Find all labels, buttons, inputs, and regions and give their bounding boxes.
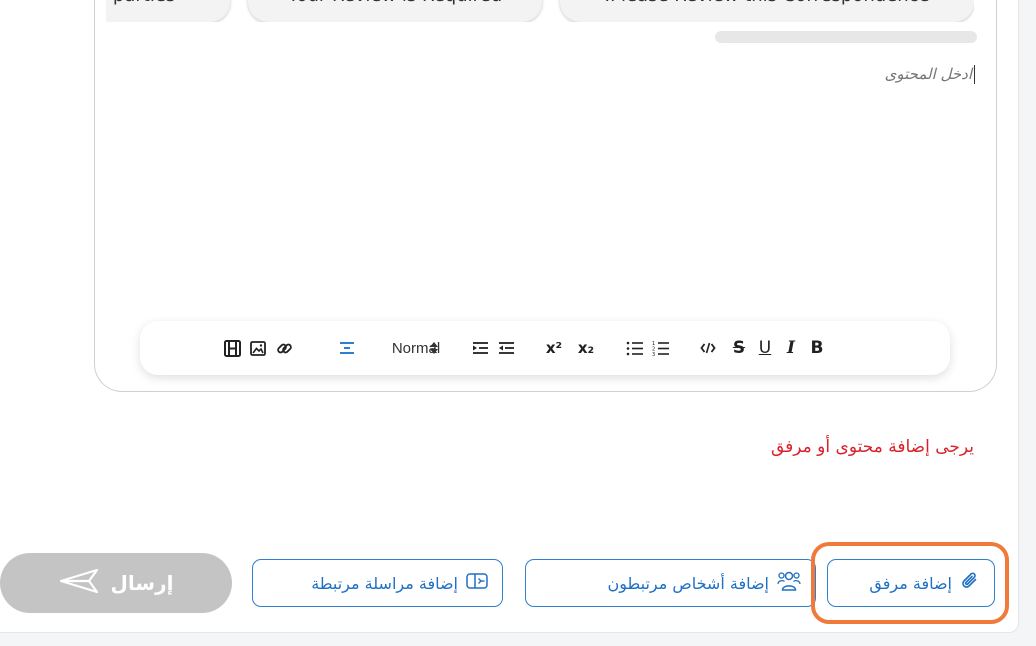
text-caret bbox=[974, 65, 975, 84]
numbered-list-icon[interactable]: 123 bbox=[650, 338, 672, 358]
code-icon[interactable] bbox=[698, 338, 718, 358]
add-attachment-label: إضافة مرفق bbox=[869, 573, 952, 593]
superscript-icon[interactable]: x² bbox=[540, 338, 568, 358]
editor-toolbar: Normal x² x₂ 123 S U I B bbox=[140, 321, 950, 375]
align-icon[interactable] bbox=[336, 338, 358, 358]
image-icon[interactable] bbox=[248, 338, 268, 358]
send-button[interactable]: إرسال bbox=[0, 553, 232, 613]
send-label: إرسال bbox=[110, 571, 174, 595]
text-size-dropdown[interactable]: Normal bbox=[376, 338, 454, 358]
editor-placeholder: ادخل المحتوى bbox=[884, 65, 972, 83]
svg-text:3: 3 bbox=[652, 352, 655, 356]
link-icon[interactable] bbox=[274, 338, 294, 358]
send-icon bbox=[59, 567, 99, 600]
people-icon bbox=[777, 570, 801, 596]
outdent-icon[interactable] bbox=[496, 338, 516, 358]
italic-icon[interactable]: I bbox=[780, 338, 802, 358]
bullet-list-icon[interactable] bbox=[624, 338, 646, 358]
validation-message: يرجى إضافة محتوى أو مرفق bbox=[770, 437, 974, 457]
linked-mail-icon bbox=[466, 572, 488, 594]
indent-icon[interactable] bbox=[470, 338, 490, 358]
add-correspondence-button[interactable]: إضافة مراسلة مرتبطة bbox=[252, 559, 503, 607]
bold-icon[interactable]: B bbox=[806, 338, 828, 358]
add-attachment-button[interactable]: إضافة مرفق bbox=[827, 559, 995, 607]
paperclip-icon bbox=[960, 571, 980, 595]
dropdown-arrows-icon bbox=[430, 342, 439, 354]
add-correspondence-label: إضافة مراسلة مرتبطة bbox=[311, 573, 458, 593]
video-icon[interactable] bbox=[222, 338, 242, 358]
add-people-button[interactable]: إضافة أشخاص مرتبطون bbox=[525, 559, 816, 607]
add-people-label: إضافة أشخاص مرتبطون bbox=[607, 573, 769, 593]
subscript-icon[interactable]: x₂ bbox=[572, 338, 600, 358]
strikethrough-icon[interactable]: S bbox=[728, 338, 750, 358]
underline-icon[interactable]: U bbox=[754, 338, 776, 358]
